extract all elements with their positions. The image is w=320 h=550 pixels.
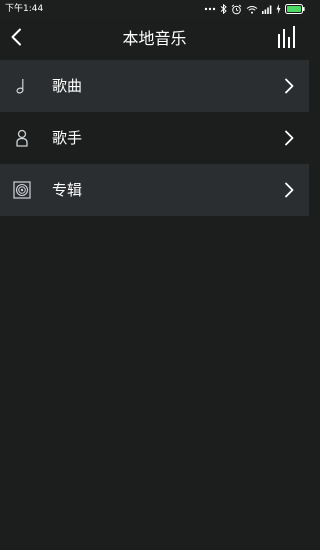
app-header: 本地音乐: [0, 18, 309, 60]
equalizer-icon: [277, 26, 297, 52]
page-title: 本地音乐: [122, 29, 187, 48]
menu-item-albums[interactable]: 专辑: [0, 164, 309, 216]
more-dots-icon: [204, 7, 216, 11]
charging-icon: [276, 4, 281, 14]
menu-label-albums: 专辑: [52, 181, 83, 199]
music-note-icon: [12, 76, 32, 96]
menu-label-songs: 歌曲: [52, 77, 83, 95]
alarm-icon: [231, 4, 242, 15]
status-bar: 下午1:44: [0, 0, 309, 18]
bluetooth-icon: [220, 4, 227, 14]
status-icons: [204, 2, 305, 16]
menu-label-artists: 歌手: [52, 129, 83, 147]
menu-list: 歌曲 歌手 专辑: [0, 60, 309, 216]
person-icon: [12, 128, 32, 148]
menu-item-songs[interactable]: 歌曲: [0, 60, 309, 112]
album-icon: [12, 180, 32, 200]
chevron-right-icon: [283, 181, 295, 199]
menu-item-artists[interactable]: 歌手: [0, 112, 309, 164]
status-time: 下午1:44: [5, 4, 44, 14]
chevron-right-icon: [283, 77, 295, 95]
chevron-right-icon: [283, 129, 295, 147]
equalizer-button[interactable]: [275, 26, 299, 52]
wifi-icon: [246, 5, 258, 14]
battery-icon: [285, 4, 305, 14]
signal-icon: [262, 5, 272, 14]
